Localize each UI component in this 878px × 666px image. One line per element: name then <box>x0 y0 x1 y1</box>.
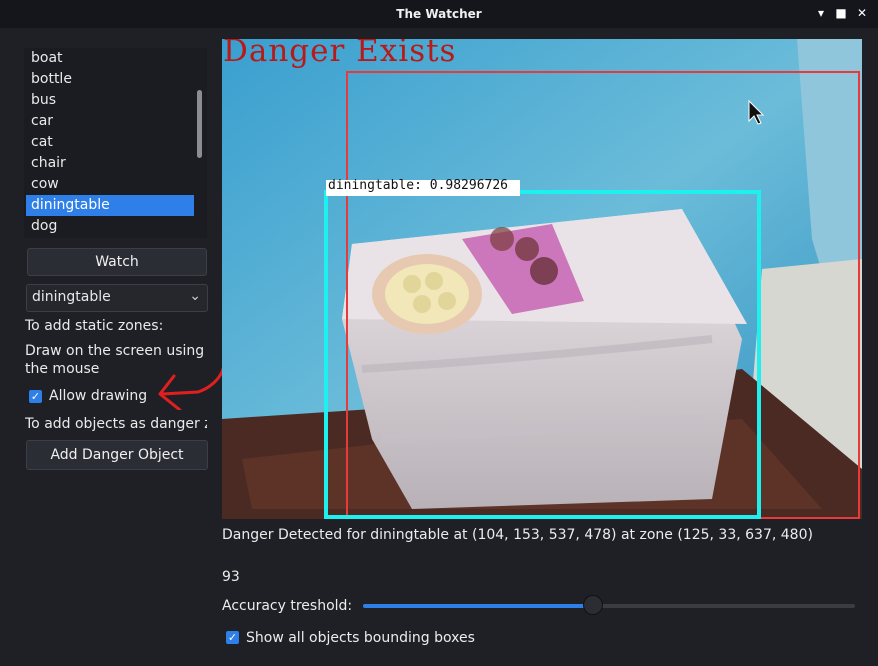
accuracy-slider-fill <box>363 604 592 608</box>
detection-label: diningtable: 0.98296726 <box>328 178 509 193</box>
maximize-icon[interactable]: ■ <box>834 6 848 20</box>
accuracy-value: 93 <box>222 569 240 585</box>
accuracy-slider[interactable] <box>363 595 855 615</box>
show-boxes-checkbox[interactable]: ✓ <box>226 631 239 644</box>
class-select-value: diningtable <box>32 289 111 305</box>
video-feed[interactable]: Danger Exists diningtable: 0.98296726 <box>222 39 862 519</box>
list-item[interactable]: boat <box>26 48 194 69</box>
camera-scene <box>222 39 862 519</box>
detection-message: Danger Detected for diningtable at (104,… <box>222 527 813 543</box>
window-title: The Watcher <box>396 7 482 21</box>
close-icon[interactable]: ✕ <box>855 6 869 20</box>
static-zones-heading: To add static zones: <box>25 318 164 334</box>
minimize-icon[interactable]: ▾ <box>814 6 828 20</box>
danger-overlay-text: Danger Exists <box>223 39 457 69</box>
show-boxes-label[interactable]: Show all objects bounding boxes <box>246 630 475 646</box>
list-item[interactable]: bottle <box>26 69 194 90</box>
accuracy-slider-handle[interactable] <box>583 595 603 615</box>
draw-hint-line2: the mouse <box>25 361 100 377</box>
danger-objects-hint: To add objects as danger zo <box>25 416 207 432</box>
allow-drawing-label[interactable]: Allow drawing <box>49 388 147 404</box>
allow-drawing-checkbox[interactable]: ✓ <box>29 390 42 403</box>
title-bar: The Watcher ▾ ■ ✕ <box>0 0 878 28</box>
list-item[interactable]: bus <box>26 90 194 111</box>
accuracy-label: Accuracy treshold: <box>222 598 353 614</box>
add-danger-object-button[interactable]: Add Danger Object <box>26 440 208 470</box>
